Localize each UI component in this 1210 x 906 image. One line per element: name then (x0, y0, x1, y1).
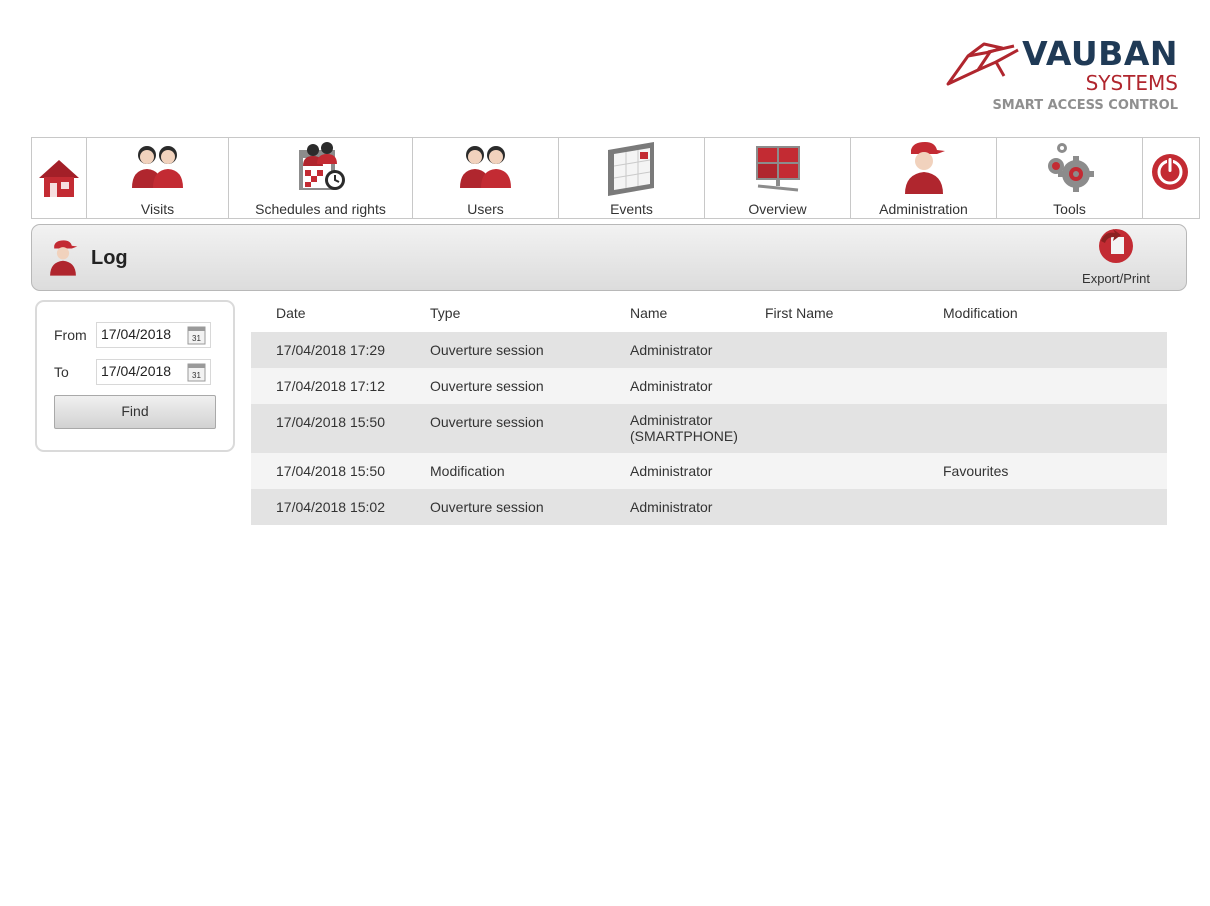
gears-icon (1047, 143, 1094, 192)
table-row[interactable]: 17/04/2018 17:29 Ouverture session Admin… (251, 332, 1167, 368)
header-first-name[interactable]: First Name (765, 305, 833, 321)
nav-events-label: Events (610, 201, 653, 217)
table-row[interactable]: 17/04/2018 17:12 Ouverture session Admin… (251, 368, 1167, 404)
header-modification[interactable]: Modification (943, 305, 1018, 321)
nav-tools-label: Tools (1053, 201, 1086, 217)
table-row[interactable]: 17/04/2018 15:02 Ouverture session Admin… (251, 489, 1167, 525)
find-button[interactable]: Find (54, 395, 216, 429)
page-title-bar: Log Export/Print (31, 224, 1187, 291)
cell-date: 17/04/2018 15:50 (276, 463, 385, 479)
brand-tagline: SMART ACCESS CONTROL (992, 98, 1178, 113)
visitors-icon (131, 146, 183, 188)
nav-logout[interactable] (1143, 138, 1197, 218)
to-label: To (54, 364, 69, 380)
nav-home[interactable] (32, 138, 87, 218)
calendar-icon[interactable]: 31 (187, 326, 206, 345)
events-icon (607, 142, 654, 196)
to-date-input[interactable]: 17/04/2018 31 (96, 359, 211, 385)
page-title: Log (91, 247, 128, 269)
users-icon (459, 146, 511, 188)
table-row[interactable]: 17/04/2018 15:50 Modification Administra… (251, 453, 1167, 489)
nav-tools[interactable]: Tools (997, 138, 1143, 218)
cell-name-line2: (SMARTPHONE) (630, 428, 738, 444)
nav-users-label: Users (467, 201, 504, 217)
vauban-logo: VAUBAN SYSTEMS SMART ACCESS CONTROL (944, 36, 1184, 126)
from-date-value: 17/04/2018 (101, 326, 172, 342)
cell-date: 17/04/2018 17:12 (276, 378, 385, 394)
cell-type: Ouverture session (430, 342, 544, 358)
nav-visits[interactable]: Visits (87, 138, 229, 218)
export-print-label: Export/Print (1082, 271, 1150, 286)
main-navbar: Visits Schedules and rights Users Events… (31, 137, 1200, 219)
header-date[interactable]: Date (276, 305, 306, 321)
from-row: From 17/04/2018 31 (54, 322, 211, 348)
nav-overview[interactable]: Overview (705, 138, 851, 218)
export-print-button[interactable]: Export/Print (1076, 227, 1156, 287)
cell-name: Administrator (630, 342, 713, 358)
cell-name: Administrator (630, 499, 713, 515)
cell-name-line1: Administrator (630, 412, 713, 428)
calendar-glyph: 31 (192, 371, 201, 380)
admin-icon (904, 142, 945, 194)
cell-date: 17/04/2018 17:29 (276, 342, 385, 358)
cell-modification: Favourites (943, 463, 1009, 479)
cell-name: Administrator (630, 378, 713, 394)
brand-sub: SYSTEMS (1085, 71, 1178, 95)
brand-name: VAUBAN (1022, 34, 1178, 73)
power-icon (1152, 154, 1188, 190)
nav-administration-label: Administration (879, 201, 968, 217)
cell-name: Administrator (630, 463, 713, 479)
nav-overview-label: Overview (748, 201, 807, 217)
nav-schedules-and-rights[interactable]: Schedules and rights (229, 138, 413, 218)
table-row[interactable]: 17/04/2018 15:50 Ouverture session Admin… (251, 404, 1167, 453)
calendar-icon[interactable]: 31 (187, 363, 206, 382)
schedule-icon (298, 142, 345, 190)
overview-icon (755, 146, 800, 192)
nav-events[interactable]: Events (559, 138, 705, 218)
home-icon (39, 160, 79, 197)
log-table: Date Type Name First Name Modification 1… (251, 301, 1167, 525)
header-type[interactable]: Type (430, 305, 460, 321)
cell-type: Ouverture session (430, 414, 544, 430)
from-label: From (54, 327, 87, 343)
to-date-value: 17/04/2018 (101, 363, 172, 379)
nav-users[interactable]: Users (413, 138, 559, 218)
calendar-glyph: 31 (192, 334, 201, 343)
cell-type: Ouverture session (430, 499, 544, 515)
export-print-icon (1099, 229, 1133, 263)
to-row: To 17/04/2018 31 (54, 359, 211, 385)
table-header: Date Type Name First Name Modification (251, 301, 1167, 332)
cell-date: 17/04/2018 15:50 (276, 414, 385, 430)
cell-date: 17/04/2018 15:02 (276, 499, 385, 515)
from-date-input[interactable]: 17/04/2018 31 (96, 322, 211, 348)
cell-type: Ouverture session (430, 378, 544, 394)
cell-name: Administrator (SMARTPHONE) (630, 412, 738, 444)
cell-type: Modification (430, 463, 505, 479)
nav-administration[interactable]: Administration (851, 138, 997, 218)
nav-visits-label: Visits (140, 201, 175, 217)
admin-icon (50, 240, 78, 276)
nav-schedules-label: Schedules and rights (255, 201, 386, 217)
date-filter-panel: From 17/04/2018 31 To 17/04/2018 31 Find (35, 300, 235, 452)
header-name[interactable]: Name (630, 305, 667, 321)
